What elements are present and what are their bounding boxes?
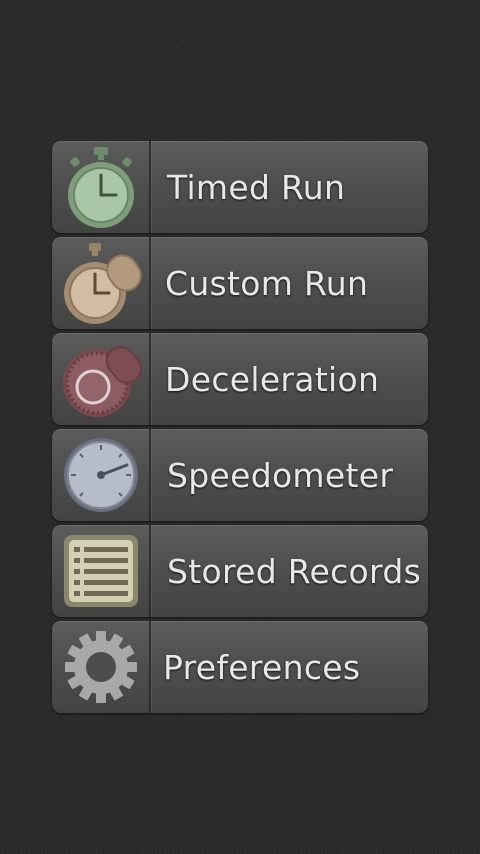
stored-records-label: Stored Records (167, 551, 422, 591)
timed-run-button[interactable]: Timed Run (52, 141, 428, 233)
deceleration-button[interactable]: Deceleration (52, 333, 428, 425)
deceleration-dial-icon (52, 333, 151, 425)
speedometer-button[interactable]: Speedometer (52, 429, 428, 521)
speedometer-label: Speedometer (167, 455, 394, 495)
main-menu: Timed Run Custom Run Deceleration Speedo… (52, 141, 428, 717)
speedometer-icon (52, 429, 151, 521)
records-list-icon (52, 525, 151, 617)
custom-run-label: Custom Run (165, 263, 369, 303)
preferences-label: Preferences (163, 647, 361, 687)
deceleration-label: Deceleration (165, 359, 380, 399)
preferences-button[interactable]: Preferences (52, 621, 428, 713)
custom-stopwatch-icon (52, 237, 151, 329)
timed-run-label: Timed Run (167, 167, 346, 207)
custom-run-button[interactable]: Custom Run (52, 237, 428, 329)
stored-records-button[interactable]: Stored Records (52, 525, 428, 617)
gear-icon (52, 621, 151, 713)
stopwatch-icon (52, 141, 151, 233)
